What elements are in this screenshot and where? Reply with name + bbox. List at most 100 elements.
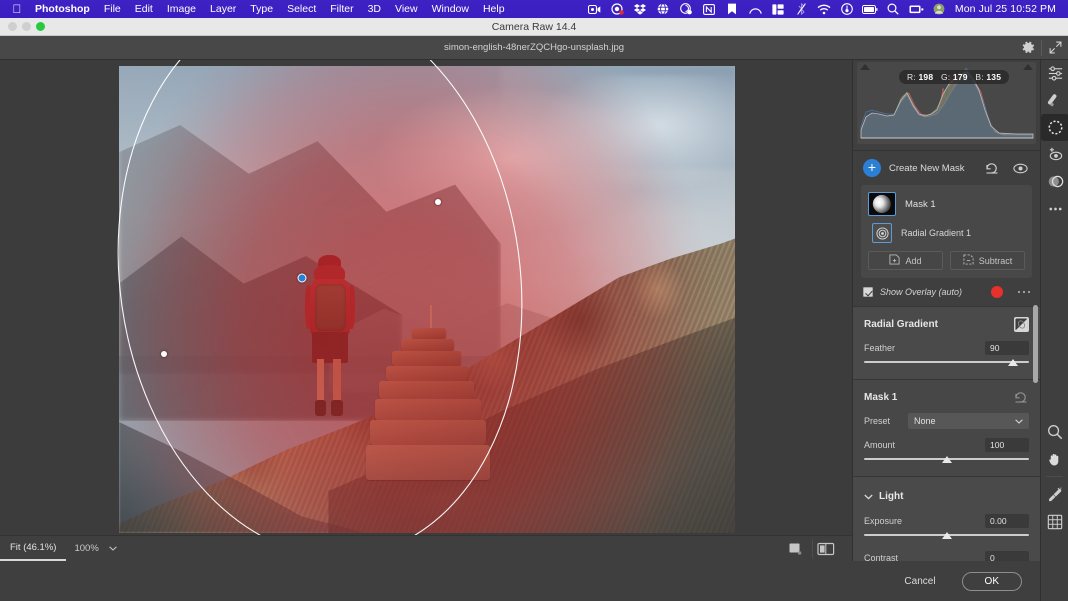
mask-item[interactable]: Mask 1 <box>868 192 1025 216</box>
feather-value[interactable]: 90 <box>985 341 1029 355</box>
exposure-slider-knob[interactable] <box>941 532 952 539</box>
dropbox-icon[interactable] <box>629 0 652 18</box>
image-canvas[interactable] <box>0 60 852 535</box>
exposure-value[interactable]: 0.00 <box>985 514 1029 528</box>
white-balance-eyedropper-icon[interactable] <box>1041 481 1068 508</box>
radial-gradient-center-pin[interactable] <box>297 273 307 283</box>
ellipse-handle-bottom-left[interactable] <box>161 351 167 357</box>
invert-mask-icon[interactable] <box>1014 317 1029 332</box>
feather-slider[interactable] <box>864 358 1029 369</box>
sidebar-icon[interactable] <box>767 0 790 18</box>
radial-gradient-icon[interactable] <box>872 223 892 243</box>
mask-settings-title: Mask 1 <box>864 391 898 403</box>
healing-brush-icon[interactable] <box>1041 87 1068 114</box>
menu-view[interactable]: View <box>388 0 425 18</box>
light-title: Light <box>879 490 904 502</box>
show-overlay-checkbox[interactable] <box>863 287 873 297</box>
chevron-down-icon <box>1015 416 1023 426</box>
menu-image[interactable]: Image <box>160 0 203 18</box>
menu-window[interactable]: Window <box>425 0 476 18</box>
amount-slider[interactable] <box>864 455 1029 466</box>
exposure-slider[interactable] <box>864 531 1029 542</box>
camera-raw-window:  Photoshop File Edit Image Layer Type S… <box>0 0 1068 601</box>
menu-type[interactable]: Type <box>243 0 280 18</box>
feather-label: Feather <box>864 343 896 353</box>
zoom-tool-icon[interactable] <box>1041 418 1068 445</box>
menu-file[interactable]: File <box>97 0 128 18</box>
menubar-clock[interactable]: Mon Jul 25 10:52 PM <box>951 3 1062 15</box>
reset-icon[interactable] <box>982 159 1002 177</box>
histogram[interactable]: R: 198 G: 179 B: 135 <box>857 62 1036 144</box>
chevron-down-icon[interactable] <box>107 546 125 551</box>
exposure-label: Exposure <box>864 516 903 526</box>
zoom-fit-button[interactable]: Fit (46.1%) <box>0 536 67 561</box>
menu-filter[interactable]: Filter <box>323 0 360 18</box>
mask-settings-section: Mask 1 Preset None Amount 100 <box>853 379 1040 476</box>
reset-icon[interactable] <box>1013 390 1029 404</box>
preset-select[interactable]: None <box>908 413 1029 429</box>
eye-icon[interactable] <box>1010 159 1030 177</box>
screen-record-icon[interactable] <box>583 0 606 18</box>
menubar-status-area: Mon Jul 25 10:52 PM <box>583 0 1062 18</box>
bookmark-icon[interactable] <box>721 0 744 18</box>
control-center-icon[interactable] <box>836 0 859 18</box>
feather-slider-knob[interactable] <box>1007 359 1018 366</box>
slack-icon[interactable] <box>675 0 698 18</box>
panel-scrollbar[interactable] <box>1033 305 1038 383</box>
display-icon[interactable] <box>905 0 928 18</box>
create-new-mask-label[interactable]: Create New Mask <box>889 163 974 174</box>
user-avatar-icon[interactable] <box>928 0 951 18</box>
wifi-icon[interactable] <box>813 0 836 18</box>
grid-toggle-icon[interactable] <box>1041 508 1068 535</box>
photograph <box>119 66 735 533</box>
arc-icon[interactable] <box>744 0 767 18</box>
ok-button[interactable]: OK <box>961 571 1022 591</box>
bluetooth-off-icon[interactable] <box>790 0 813 18</box>
before-after-split-icon[interactable] <box>812 538 838 559</box>
amount-slider-knob[interactable] <box>941 456 952 463</box>
presets-icon[interactable] <box>1041 168 1068 195</box>
subtract-label: Subtract <box>978 255 1013 266</box>
menu-help[interactable]: Help <box>476 0 512 18</box>
add-label: Add <box>905 255 922 266</box>
photo-viewport[interactable] <box>119 66 735 533</box>
masking-icon[interactable] <box>1041 114 1068 141</box>
edit-sliders-icon[interactable] <box>1041 60 1068 87</box>
menu-layer[interactable]: Layer <box>203 0 243 18</box>
subtract-button[interactable]: Subtract <box>950 251 1025 270</box>
mask-list-card: Mask 1 Radial Gradient 1 Add Subtract <box>861 185 1032 278</box>
plus-icon[interactable]: + <box>863 159 881 177</box>
show-overlay-label[interactable]: Show Overlay (auto) <box>880 287 984 297</box>
globe-icon[interactable] <box>652 0 675 18</box>
mask-thumbnail[interactable] <box>868 192 896 216</box>
spotlight-search-icon[interactable] <box>882 0 905 18</box>
menu-edit[interactable]: Edit <box>128 0 160 18</box>
amount-control: Amount 100 <box>864 438 1029 466</box>
amount-value[interactable]: 100 <box>985 438 1029 452</box>
overlay-color-swatch[interactable] <box>990 286 1003 298</box>
menu-photoshop[interactable]: Photoshop <box>28 0 97 18</box>
chevron-down-icon[interactable] <box>864 487 873 505</box>
menu-select[interactable]: Select <box>280 0 323 18</box>
single-view-icon[interactable] <box>782 539 808 559</box>
more-options-icon[interactable] <box>1041 195 1068 222</box>
notion-icon[interactable] <box>698 0 721 18</box>
preset-value: None <box>914 416 936 426</box>
ellipse-handle-top-right[interactable] <box>435 199 441 205</box>
mask-component-item[interactable]: Radial Gradient 1 <box>868 223 1025 243</box>
red-eye-icon[interactable] <box>1041 141 1068 168</box>
battery-icon[interactable] <box>859 0 882 18</box>
add-mask-icon <box>889 254 901 267</box>
cancel-button[interactable]: Cancel <box>896 572 943 591</box>
add-button[interactable]: Add <box>868 251 943 270</box>
light-header[interactable]: Light <box>864 487 1029 505</box>
camera-record-icon[interactable] <box>606 0 629 18</box>
window-titlebar: Camera Raw 14.4 <box>0 18 1068 36</box>
radial-gradient-header: Radial Gradient <box>864 317 1029 332</box>
apple-icon[interactable]:  <box>6 3 28 16</box>
hand-tool-icon[interactable] <box>1041 445 1068 472</box>
tool-rail <box>1040 60 1068 601</box>
zoom-100-button[interactable]: 100% <box>66 543 106 554</box>
ellipsis-icon[interactable] <box>1010 290 1030 294</box>
menu-3d[interactable]: 3D <box>361 0 388 18</box>
